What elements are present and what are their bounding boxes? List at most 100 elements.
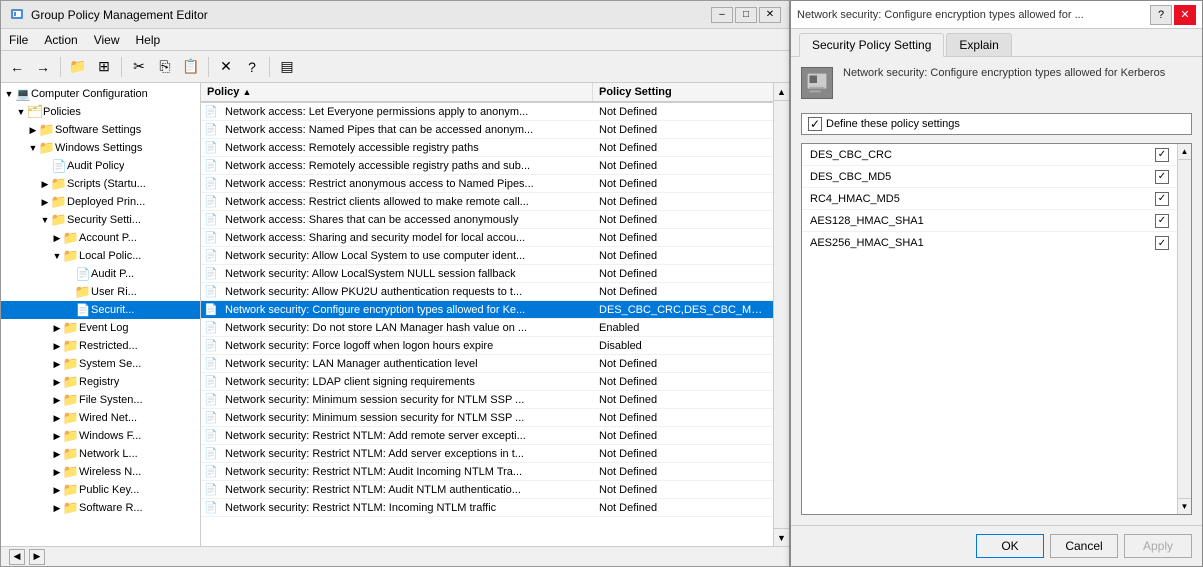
tree-arrow-software[interactable]: ▶ [27,124,39,136]
tree-arrow-windowsf[interactable]: ▶ [51,430,63,442]
tab-security-policy[interactable]: Security Policy Setting [799,33,944,57]
tree-item-audit-policy[interactable]: 📄 Audit Policy [1,157,200,175]
tree-item-event-log[interactable]: ▶ 📁 Event Log [1,319,200,337]
paste-button[interactable]: 📋 [179,55,203,79]
table-row[interactable]: 📄 Network access: Shares that can be acc… [201,211,773,229]
encryption-checkbox[interactable]: ✓ [1155,170,1169,184]
table-row[interactable]: 📄 Network access: Sharing and security m… [201,229,773,247]
encryption-listbox[interactable]: DES_CBC_CRC ✓ DES_CBC_MD5 ✓ RC4_HMAC_MD5… [802,144,1177,514]
col-setting-header[interactable]: Policy Setting [593,83,773,101]
col-policy-header[interactable]: Policy ▲ [201,83,593,101]
tree-item-wired-net[interactable]: ▶ 📁 Wired Net... [1,409,200,427]
table-row[interactable]: 📄 Network access: Restrict clients allow… [201,193,773,211]
tree-arrow-restricted[interactable]: ▶ [51,340,63,352]
tree-arrow-securit[interactable] [63,304,75,316]
encryption-checkbox[interactable]: ✓ [1155,148,1169,162]
back-button[interactable]: ← [5,55,29,79]
table-row[interactable]: 📄 Network security: LDAP client signing … [201,373,773,391]
table-row[interactable]: 📄 Network security: Restrict NTLM: Add s… [201,445,773,463]
tree-item-root[interactable]: ▼ 💻 Computer Configuration [1,85,200,103]
scroll-down-btn[interactable]: ▼ [774,528,789,546]
tree-item-audit-p[interactable]: 📄 Audit P... [1,265,200,283]
menu-view[interactable]: View [86,31,128,48]
list-item[interactable]: AES256_HMAC_SHA1 ✓ [802,232,1177,254]
tree-arrow-softwarer[interactable]: ▶ [51,502,63,514]
tree-arrow-event[interactable]: ▶ [51,322,63,334]
view-button[interactable]: ▤ [275,55,299,79]
table-row[interactable]: 📄 Network security: LAN Manager authenti… [201,355,773,373]
tree-item-user-ri[interactable]: 📁 User Ri... [1,283,200,301]
folder-button[interactable]: 📁 [66,55,90,79]
tree-item-network-l[interactable]: ▶ 📁 Network L... [1,445,200,463]
copy-button[interactable]: ⎘ [153,55,177,79]
tree-item-scripts[interactable]: ▶ 📁 Scripts (Startu... [1,175,200,193]
encryption-checkbox[interactable]: ✓ [1155,236,1169,250]
listbox-scroll-up[interactable]: ▲ [1178,144,1191,160]
table-row[interactable]: 📄 Network security: Allow PKU2U authenti… [201,283,773,301]
tree-arrow-auditp[interactable] [63,268,75,280]
define-policy-checkbox[interactable]: ✓ [808,117,822,131]
dialog-help-button[interactable]: ? [1150,5,1172,25]
tree-item-policies[interactable]: ▼ 🗂 Policies [1,103,200,121]
list-item[interactable]: DES_CBC_CRC ✓ [802,144,1177,166]
tree-arrow-policies[interactable]: ▼ [15,106,27,118]
tree-arrow-publickey[interactable]: ▶ [51,484,63,496]
close-button[interactable]: ✕ [759,7,781,23]
table-row[interactable]: 📄 Network access: Let Everyone permissio… [201,103,773,121]
tree-item-file-systen[interactable]: ▶ 📁 File Systen... [1,391,200,409]
content-rows[interactable]: 📄 Network access: Let Everyone permissio… [201,103,773,546]
tree-item-software-r[interactable]: ▶ 📁 Software R... [1,499,200,517]
table-row[interactable]: 📄 Network security: Force logoff when lo… [201,337,773,355]
ok-button[interactable]: OK [976,534,1044,558]
table-row[interactable]: 📄 Network security: Allow Local System t… [201,247,773,265]
tree-item-securit[interactable]: 📄 Securit... [1,301,200,319]
scroll-right-btn[interactable]: ▶ [29,549,45,565]
cancel-button[interactable]: Cancel [1050,534,1118,558]
delete-button[interactable]: ✕ [214,55,238,79]
grid-button[interactable]: ⊞ [92,55,116,79]
scroll-left-btn[interactable]: ◀ [9,549,25,565]
tree-arrow-deployed[interactable]: ▶ [39,196,51,208]
table-row[interactable]: 📄 Network security: Restrict NTLM: Add r… [201,427,773,445]
apply-button[interactable]: Apply [1124,534,1192,558]
tree-item-windows-f[interactable]: ▶ 📁 Windows F... [1,427,200,445]
tree-arrow-windows[interactable]: ▼ [27,142,39,154]
table-row[interactable]: 📄 Network security: Do not store LAN Man… [201,319,773,337]
table-row[interactable]: 📄 Network security: Configure encryption… [201,301,773,319]
tree-item-wireless-n[interactable]: ▶ 📁 Wireless N... [1,463,200,481]
tree-arrow-networkl[interactable]: ▶ [51,448,63,460]
maximize-button[interactable]: □ [735,7,757,23]
tree-arrow-scripts[interactable]: ▶ [39,178,51,190]
tab-explain[interactable]: Explain [946,33,1011,56]
tree-item-deployed[interactable]: ▶ 📁 Deployed Prin... [1,193,200,211]
tree-arrow-systemse[interactable]: ▶ [51,358,63,370]
table-row[interactable]: 📄 Network access: Remotely accessible re… [201,157,773,175]
tree-arrow-security[interactable]: ▼ [39,214,51,226]
tree-arrow-local[interactable]: ▼ [51,250,63,262]
cut-button[interactable]: ✂ [127,55,151,79]
tree-arrow-wirelessn[interactable]: ▶ [51,466,63,478]
tree-item-software-settings[interactable]: ▶ 📁 Software Settings [1,121,200,139]
table-row[interactable]: 📄 Network security: Restrict NTLM: Incom… [201,499,773,517]
tree-item-security-sett[interactable]: ▼ 📁 Security Setti... [1,211,200,229]
table-row[interactable]: 📄 Network security: Restrict NTLM: Audit… [201,481,773,499]
tree-arrow-audit[interactable] [39,160,51,172]
table-row[interactable]: 📄 Network security: Minimum session secu… [201,391,773,409]
table-row[interactable]: 📄 Network security: Minimum session secu… [201,409,773,427]
list-item[interactable]: AES128_HMAC_SHA1 ✓ [802,210,1177,232]
tree-item-restricted[interactable]: ▶ 📁 Restricted... [1,337,200,355]
encryption-checkbox[interactable]: ✓ [1155,214,1169,228]
menu-action[interactable]: Action [36,31,85,48]
tree-arrow-wirednet[interactable]: ▶ [51,412,63,424]
tree-panel[interactable]: ▼ 💻 Computer Configuration ▼ 🗂 Policies … [1,83,201,546]
menu-file[interactable]: File [1,31,36,48]
tree-arrow-userri[interactable] [63,286,75,298]
main-scrollbar[interactable]: ▲ ▼ [773,83,789,546]
help-button[interactable]: ? [240,55,264,79]
table-row[interactable]: 📄 Network access: Named Pipes that can b… [201,121,773,139]
table-row[interactable]: 📄 Network access: Remotely accessible re… [201,139,773,157]
dialog-close-button[interactable]: ✕ [1174,5,1196,25]
tree-item-account[interactable]: ▶ 📁 Account P... [1,229,200,247]
tree-arrow-root[interactable]: ▼ [3,88,15,100]
tree-arrow-registry[interactable]: ▶ [51,376,63,388]
